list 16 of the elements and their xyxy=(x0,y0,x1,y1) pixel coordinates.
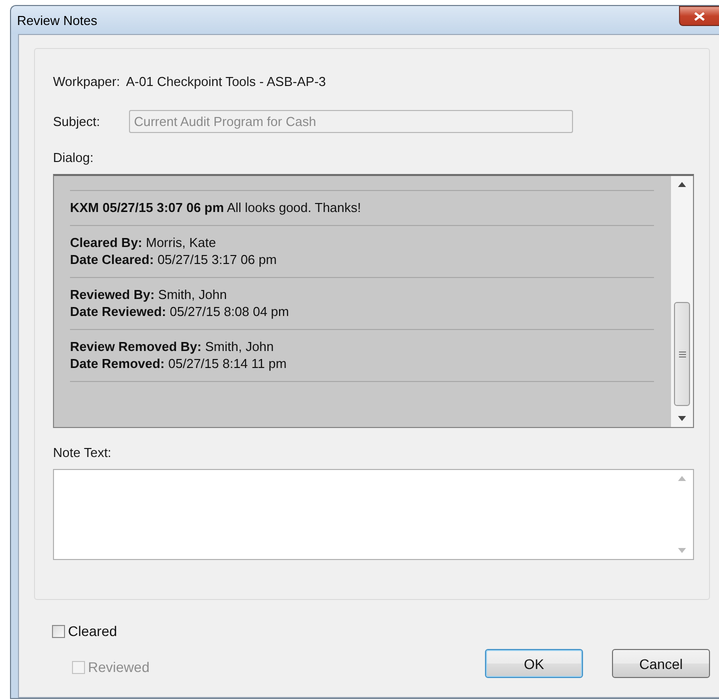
dialog-entry-line: Date Reviewed: 05/27/15 8:08 04 pm xyxy=(70,304,290,319)
dialog-entry-line: Cleared By: Morris, Kate xyxy=(70,235,217,250)
subject-label: Subject: xyxy=(53,114,100,129)
dialog-entry-line: Reviewed By: Smith, John xyxy=(70,287,228,302)
workpaper-label: Workpaper: xyxy=(53,74,120,89)
dialog-entry-line: Review Removed By: Smith, John xyxy=(70,339,275,354)
ok-button[interactable]: OK xyxy=(485,649,583,678)
dialog-entry-line: Date Removed: 05/27/15 8:14 11 pm xyxy=(70,356,288,371)
dialog-entry-line: KXM 05/27/15 3:07 06 pm All looks good. Thanks! xyxy=(70,200,362,215)
window-title: Review Notes xyxy=(17,12,98,28)
cancel-button[interactable]: Cancel xyxy=(612,649,710,678)
checkbox[interactable]: Cleared xyxy=(52,623,150,639)
dialog-label: Dialog: xyxy=(53,150,94,165)
workpaper-value: A-01 Checkpoint Tools - ASB-AP-3 xyxy=(126,74,326,89)
note-text-label: Note Text: xyxy=(53,445,112,460)
dialog-entry-line: Date Cleared: 05/27/15 3:17 06 pm xyxy=(70,252,278,267)
